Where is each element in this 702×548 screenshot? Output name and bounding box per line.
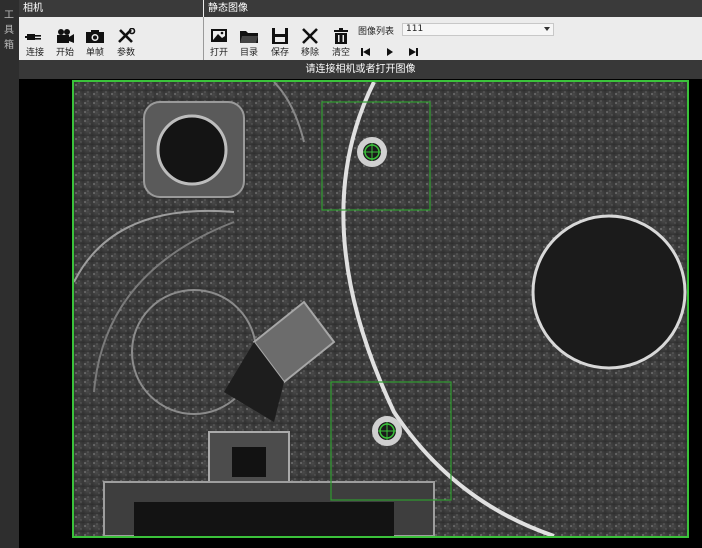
clear-label: 清空 — [331, 48, 350, 58]
group-divider — [203, 17, 204, 60]
toolbox-char: 箱 — [4, 40, 14, 51]
remove-label: 移除 — [300, 48, 319, 58]
image-display-frame[interactable] — [72, 80, 689, 538]
toolbox-label: 工 具 箱 — [3, 8, 15, 53]
chevron-down-icon — [544, 27, 550, 31]
play-icon — [387, 48, 393, 56]
open-label: 打开 — [209, 48, 228, 58]
plug-icon — [25, 34, 41, 40]
next-image-button[interactable] — [385, 42, 395, 61]
clear-button[interactable]: 清空 — [329, 28, 353, 58]
ribbon-toolbar: 相机 静态图像 连接 开始 单帧 参数 打开 目录 保存 移除 清空 图像列表 … — [19, 0, 702, 60]
connect-button[interactable]: 连接 — [23, 28, 47, 58]
directory-button[interactable]: 目录 — [237, 28, 261, 58]
parameters-label: 参数 — [116, 48, 135, 58]
image-list-label: 图像列表 — [358, 27, 395, 37]
save-label: 保存 — [270, 48, 289, 58]
static-image-group-header: 静态图像 — [204, 0, 702, 17]
image-list-dropdown[interactable] — [402, 23, 554, 36]
toolbox-char: 工 — [4, 10, 14, 21]
connect-label: 连接 — [25, 48, 44, 58]
directory-label: 目录 — [239, 48, 258, 58]
remove-button[interactable]: 移除 — [298, 28, 322, 58]
tools-icon — [118, 28, 136, 43]
metal-part-image — [74, 82, 687, 536]
single-frame-label: 单帧 — [85, 48, 104, 58]
image-list-selected: 111 — [406, 24, 424, 34]
skip-back-icon — [361, 48, 370, 56]
toolbox-panel[interactable]: 工 具 箱 — [0, 0, 19, 548]
trash-icon — [334, 28, 348, 44]
folder-icon — [240, 31, 258, 43]
open-image-icon — [211, 29, 227, 42]
video-camera-icon — [57, 29, 74, 43]
remove-x-icon — [302, 28, 318, 44]
save-icon — [272, 28, 288, 44]
camera-group-header: 相机 — [19, 0, 203, 17]
last-image-button[interactable] — [408, 42, 418, 61]
single-frame-button[interactable]: 单帧 — [83, 28, 107, 58]
open-button[interactable]: 打开 — [207, 28, 231, 58]
first-image-button[interactable] — [361, 42, 371, 61]
save-button[interactable]: 保存 — [268, 28, 292, 58]
start-label: 开始 — [55, 48, 74, 58]
photo-camera-icon — [86, 30, 104, 43]
start-button[interactable]: 开始 — [53, 28, 77, 58]
toolbox-char: 具 — [4, 25, 14, 36]
parameters-button[interactable]: 参数 — [114, 28, 138, 58]
skip-forward-icon — [409, 48, 418, 56]
status-message-bar: 请连接相机或者打开图像 — [19, 60, 702, 79]
